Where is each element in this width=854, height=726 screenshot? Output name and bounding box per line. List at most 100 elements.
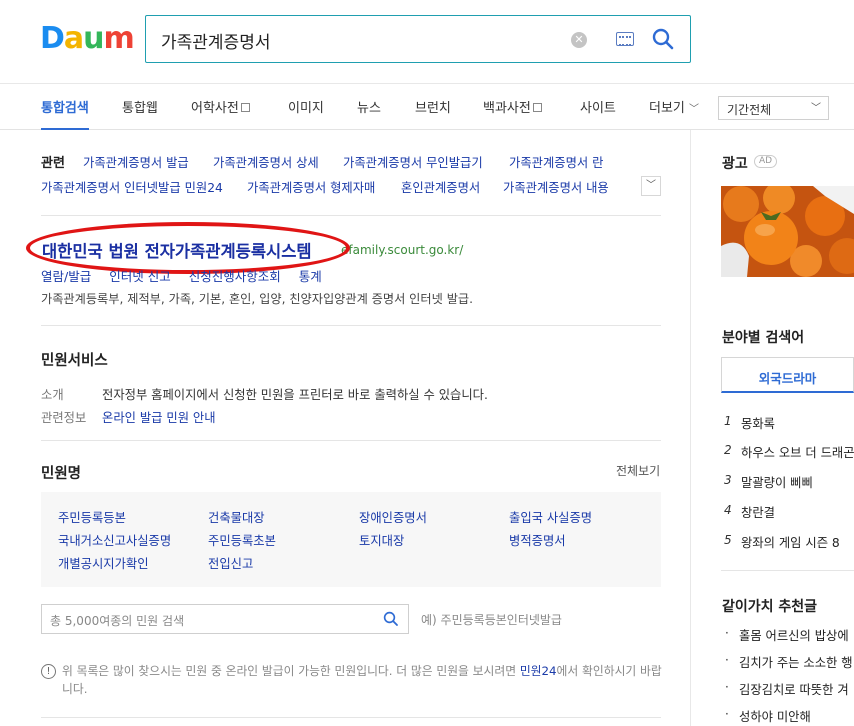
civil-notice: 위 목록은 많이 찾으시는 민원 중 온라인 발급이 가능한 민원입니다. 더 … xyxy=(62,662,662,698)
popup-icon xyxy=(240,103,250,112)
divider xyxy=(41,717,661,718)
exclamation-icon: ! xyxy=(41,664,56,679)
tab-label: 어학사전 xyxy=(191,101,239,116)
view-all-link[interactable]: 전체보기 xyxy=(616,462,660,479)
tab-image[interactable]: 이미지 xyxy=(288,97,324,116)
rank-number: 1 xyxy=(724,414,732,428)
tab-label: 더보기 xyxy=(649,101,685,116)
tab-label: 통합검색 xyxy=(41,101,89,116)
civil-title: 민원서비스 xyxy=(41,353,108,369)
tab-news[interactable]: 뉴스 xyxy=(357,97,381,116)
logo-letter: a xyxy=(63,21,84,56)
civil-item[interactable]: 장애인증명서 xyxy=(359,508,427,526)
chevron-down-icon: ﹀ xyxy=(689,104,700,115)
recommend-item[interactable]: 홀몸 어르신의 밥상에 xyxy=(739,626,849,644)
keyboard-icon[interactable] xyxy=(616,32,634,46)
expand-related-button[interactable]: ﹀ xyxy=(641,176,661,196)
rank-item[interactable]: 말괄량이 삐삐 xyxy=(741,473,813,491)
tab-integrated[interactable]: 통합검색 xyxy=(41,97,89,130)
civil-item[interactable]: 출입국 사실증명 xyxy=(509,508,592,526)
search-input[interactable]: 가족관계증명서 xyxy=(161,28,270,53)
tab-label: 백과사전 xyxy=(483,101,531,116)
logo-letter: D xyxy=(40,21,65,56)
bullet: · xyxy=(725,626,729,640)
tab-label: 통합웹 xyxy=(122,101,158,116)
search-icon[interactable] xyxy=(651,27,675,51)
civil-item[interactable]: 토지대장 xyxy=(359,531,404,549)
tab-more[interactable]: 더보기 ﹀ xyxy=(649,97,699,116)
recommend-title: 같이가치 추천글 xyxy=(722,599,818,615)
civil-search-placeholder: 총 5,000여종의 민원 검색 xyxy=(50,614,185,628)
minwon24-link[interactable]: 민원24 xyxy=(520,664,557,678)
rank-item[interactable]: 창란결 xyxy=(741,503,775,521)
rank-item[interactable]: 왕좌의 게임 시즌 8 xyxy=(741,533,840,551)
civil-item[interactable]: 국내거소신고사실증명 xyxy=(58,531,171,549)
related-link[interactable]: 가족관계증명서 란 xyxy=(509,153,603,171)
rank-number: 5 xyxy=(724,533,732,547)
logo-letter: u xyxy=(83,21,104,56)
logo-letter: m xyxy=(103,21,135,56)
result-url[interactable]: efamily.scourt.go.kr/ xyxy=(341,243,463,257)
info-label: 관련정보 xyxy=(41,411,87,425)
divider xyxy=(721,570,854,571)
period-select[interactable]: 기간전체 ﹀ xyxy=(718,96,829,120)
civil-search-input[interactable]: 총 5,000여종의 민원 검색 xyxy=(41,604,409,634)
civil-item[interactable]: 병적증명서 xyxy=(509,531,566,549)
tab-brunch[interactable]: 브런치 xyxy=(415,97,451,116)
tab-site[interactable]: 사이트 xyxy=(580,97,616,116)
intro-label: 소개 xyxy=(41,388,64,402)
field-search-title: 분야별 검색어 xyxy=(722,330,805,346)
info-link[interactable]: 온라인 발급 민원 안내 xyxy=(102,408,216,426)
search-icon[interactable] xyxy=(382,610,400,628)
rank-item[interactable]: 하우스 오브 더 드래곤 xyxy=(741,443,854,461)
civil-item[interactable]: 주민등록등본 xyxy=(58,508,126,526)
sublink[interactable]: 열람/발급 xyxy=(41,269,91,284)
related-link[interactable]: 가족관계증명서 발급 xyxy=(83,153,189,171)
bullet: · xyxy=(725,707,729,721)
recommend-item[interactable]: 김치가 주는 소소한 행 xyxy=(739,653,853,671)
civil-item[interactable]: 전입신고 xyxy=(208,554,253,572)
rank-item[interactable]: 몽화록 xyxy=(741,414,775,432)
ad-image[interactable] xyxy=(721,186,854,277)
notice-text: 위 목록은 많이 찾으시는 민원 중 온라인 발급이 가능한 민원입니다. 더 … xyxy=(62,664,520,678)
rank-number: 4 xyxy=(724,503,732,517)
related-link[interactable]: 가족관계증명서 내용 xyxy=(503,178,609,196)
rank-number: 2 xyxy=(724,443,732,457)
civil-item[interactable]: 건축물대장 xyxy=(208,508,265,526)
related-link[interactable]: 가족관계증명서 무인발급기 xyxy=(343,153,483,171)
recommend-item[interactable]: 성하야 미안해 xyxy=(739,707,811,725)
tab-dictionary[interactable]: 어학사전 xyxy=(191,97,250,116)
civil-search-example: 예) 주민등록등본인터넷발급 xyxy=(421,613,562,627)
related-label: 관련 xyxy=(41,156,65,171)
clear-icon[interactable]: ✕ xyxy=(571,32,587,48)
related-link[interactable]: 가족관계증명서 인터넷발급 민원24 xyxy=(41,178,223,196)
ad-title: 광고 xyxy=(722,156,748,172)
sublink[interactable]: 신청진행사항조회 xyxy=(189,269,281,284)
sublink[interactable]: 통계 xyxy=(299,269,322,284)
divider xyxy=(41,215,661,216)
popup-icon xyxy=(532,103,542,112)
search-box[interactable]: 가족관계증명서 ✕ xyxy=(145,15,691,63)
result-sublinks: 열람/발급 인터넷 신고 신청진행사항조회 통계 xyxy=(41,266,340,285)
rank-number: 3 xyxy=(724,473,732,487)
civil-list-title: 민원명 xyxy=(41,466,82,482)
ad-badge: AD xyxy=(754,155,778,168)
column-divider xyxy=(690,130,691,726)
daum-logo[interactable]: D a u m xyxy=(40,21,135,56)
related-link[interactable]: 가족관계증명서 형제자매 xyxy=(247,178,375,196)
related-link[interactable]: 가족관계증명서 상세 xyxy=(213,153,319,171)
sublink[interactable]: 인터넷 신고 xyxy=(109,269,170,284)
divider xyxy=(41,325,661,326)
tab-foreign-drama[interactable]: 외국드라마 xyxy=(721,357,854,393)
tab-label: 뉴스 xyxy=(357,101,381,116)
tab-label: 이미지 xyxy=(288,101,324,116)
bullet: · xyxy=(725,680,729,694)
recommend-item[interactable]: 김장김치로 따뜻한 겨 xyxy=(739,680,849,698)
tab-label: 사이트 xyxy=(580,101,616,116)
tab-web[interactable]: 통합웹 xyxy=(122,97,158,116)
civil-item[interactable]: 개별공시지가확인 xyxy=(58,554,149,572)
related-link[interactable]: 혼인관계증명서 xyxy=(401,178,480,196)
tab-encyclopedia[interactable]: 백과사전 xyxy=(483,97,542,116)
bullet: · xyxy=(725,653,729,667)
civil-item[interactable]: 주민등록초본 xyxy=(208,531,276,549)
